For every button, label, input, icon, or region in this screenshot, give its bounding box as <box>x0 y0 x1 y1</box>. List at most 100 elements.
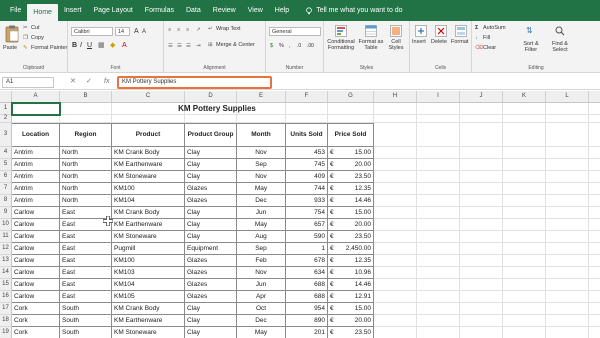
cell[interactable] <box>374 303 417 315</box>
table-cell-reg[interactable]: South <box>60 303 112 315</box>
cell[interactable] <box>417 279 460 291</box>
cell[interactable] <box>460 103 503 115</box>
align-center-icon[interactable]: ☰ <box>177 43 182 50</box>
name-box[interactable]: A1 <box>2 77 54 88</box>
table-cell-prod[interactable]: KM Earthenware <box>112 315 185 327</box>
table-cell-grp[interactable]: Clay <box>185 219 237 231</box>
table-cell-grp[interactable]: Clay <box>185 171 237 183</box>
cell[interactable] <box>546 195 589 207</box>
table-cell-price[interactable]: €20.00 <box>328 159 374 171</box>
cell[interactable] <box>503 123 546 147</box>
table-cell-mon[interactable]: Sep <box>237 243 286 255</box>
cell[interactable] <box>460 147 503 159</box>
table-cell-loc[interactable]: Antrim <box>12 147 60 159</box>
cell[interactable] <box>374 103 417 115</box>
cell[interactable] <box>374 147 417 159</box>
cell[interactable] <box>589 291 600 303</box>
table-cell-mon[interactable]: Aug <box>237 231 286 243</box>
table-cell-reg[interactable]: North <box>60 183 112 195</box>
table-cell-grp[interactable]: Glazes <box>185 255 237 267</box>
table-cell-loc[interactable]: Carlow <box>12 231 60 243</box>
cell[interactable] <box>589 195 600 207</box>
table-cell-prod[interactable]: KM Crank Body <box>112 207 185 219</box>
table-cell-units[interactable]: 954 <box>286 303 328 315</box>
table-cell-mon[interactable]: Nov <box>237 171 286 183</box>
table-cell-prod[interactable]: KM104 <box>112 279 185 291</box>
italic-icon[interactable]: I <box>80 42 82 49</box>
table-cell-prod[interactable]: KM103 <box>112 267 185 279</box>
cell[interactable] <box>374 183 417 195</box>
cell[interactable] <box>417 327 460 338</box>
table-cell-loc[interactable]: Antrim <box>12 195 60 207</box>
table-cell-units[interactable]: 590 <box>286 231 328 243</box>
cell[interactable] <box>503 103 546 115</box>
cell[interactable] <box>460 159 503 171</box>
table-cell-prod[interactable]: KM Crank Body <box>112 147 185 159</box>
orientation-icon[interactable]: ↗ <box>196 27 201 34</box>
sort-filter-button[interactable]: ⇅ Sort & Filter <box>518 23 544 57</box>
table-cell-loc[interactable]: Carlow <box>12 243 60 255</box>
column-header[interactable]: E <box>237 91 286 103</box>
table-cell-grp[interactable]: Equipment <box>185 243 237 255</box>
cell[interactable] <box>503 219 546 231</box>
table-cell-price[interactable]: €20.00 <box>328 315 374 327</box>
cell[interactable] <box>589 219 600 231</box>
cell[interactable] <box>503 315 546 327</box>
table-cell-price[interactable]: €23.50 <box>328 171 374 183</box>
cell[interactable] <box>374 231 417 243</box>
underline-icon[interactable]: U <box>87 42 92 49</box>
formula-input[interactable]: KM Pottery Supplies <box>117 76 272 89</box>
table-cell-mon[interactable]: May <box>237 327 286 338</box>
cell[interactable] <box>589 303 600 315</box>
cell[interactable] <box>417 115 460 123</box>
table-cell-reg[interactable]: South <box>60 327 112 338</box>
cell[interactable] <box>546 267 589 279</box>
row-header[interactable]: 6 <box>0 171 12 183</box>
cell[interactable] <box>546 103 589 115</box>
table-cell-mon[interactable]: Nov <box>237 267 286 279</box>
row-header[interactable]: 19 <box>0 327 12 338</box>
table-cell-price[interactable]: €14.46 <box>328 195 374 207</box>
cell[interactable] <box>417 231 460 243</box>
tab-review[interactable]: Review <box>207 0 242 21</box>
row-header[interactable]: 11 <box>0 231 12 243</box>
table-cell-mon[interactable]: Apr <box>237 291 286 303</box>
cell[interactable] <box>417 207 460 219</box>
cell[interactable] <box>546 123 589 147</box>
cell[interactable] <box>589 207 600 219</box>
table-cell-loc[interactable]: Carlow <box>12 279 60 291</box>
table-cell-reg[interactable]: East <box>60 267 112 279</box>
increase-decimal-icon[interactable]: .0 <box>297 43 301 50</box>
align-bottom-icon[interactable]: ≡ <box>186 27 189 34</box>
table-cell-price[interactable]: €12.91 <box>328 291 374 303</box>
cell[interactable] <box>546 327 589 338</box>
cell[interactable] <box>460 207 503 219</box>
format-as-table-button[interactable]: Format as Table <box>358 23 384 61</box>
cell[interactable] <box>374 195 417 207</box>
table-cell-mon[interactable]: Jun <box>237 279 286 291</box>
shrink-font-icon[interactable]: A <box>142 29 146 36</box>
table-cell-grp[interactable]: Clay <box>185 327 237 338</box>
row-header[interactable]: 16 <box>0 291 12 303</box>
cell[interactable] <box>286 115 328 123</box>
cell[interactable] <box>546 115 589 123</box>
cut-button[interactable]: ✂ Cut <box>23 25 63 33</box>
cell[interactable] <box>374 291 417 303</box>
cell[interactable] <box>417 219 460 231</box>
cell[interactable] <box>589 315 600 327</box>
table-cell-grp[interactable]: Glazes <box>185 279 237 291</box>
table-cell-price[interactable]: €23.50 <box>328 231 374 243</box>
table-cell-loc[interactable]: Carlow <box>12 291 60 303</box>
cell[interactable] <box>417 255 460 267</box>
clear-button[interactable]: ⌫ Clear <box>475 45 515 53</box>
cell[interactable] <box>503 115 546 123</box>
table-cell-units[interactable]: 754 <box>286 207 328 219</box>
cell[interactable] <box>546 231 589 243</box>
table-cell-mon[interactable]: Dec <box>237 195 286 207</box>
cell[interactable] <box>503 183 546 195</box>
cell[interactable] <box>460 219 503 231</box>
cell[interactable] <box>374 219 417 231</box>
cell[interactable] <box>374 267 417 279</box>
table-cell-prod[interactable]: KM Earthenware <box>112 219 185 231</box>
row-header[interactable]: 7 <box>0 183 12 195</box>
